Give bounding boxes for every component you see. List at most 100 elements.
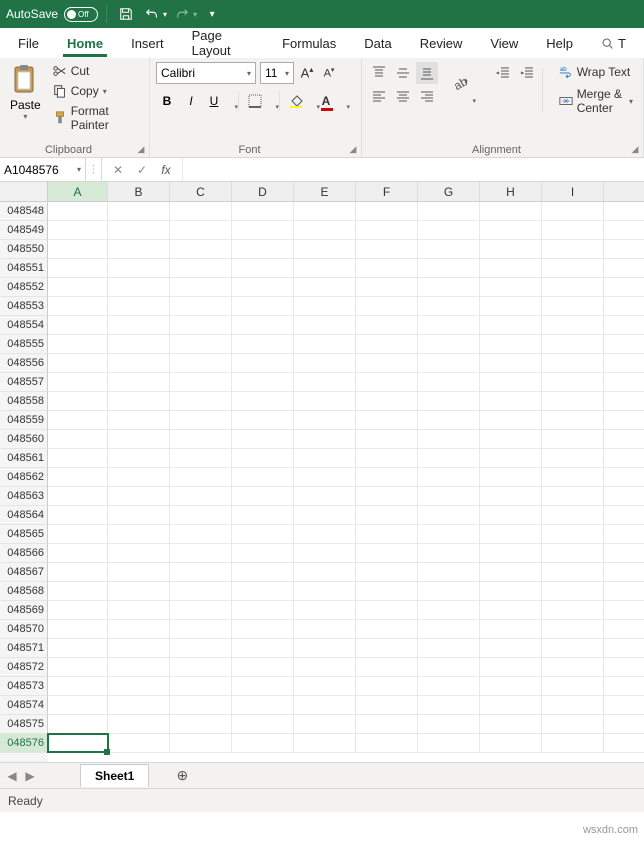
column-header-B[interactable]: B: [108, 182, 170, 201]
cell[interactable]: [48, 297, 108, 315]
italic-button[interactable]: I: [180, 90, 202, 112]
cancel-formula-button[interactable]: ✕: [106, 158, 130, 181]
cell[interactable]: [108, 506, 170, 524]
cell[interactable]: [356, 278, 418, 296]
cell[interactable]: [232, 506, 294, 524]
row-header[interactable]: 048549: [0, 221, 48, 240]
cell[interactable]: [542, 639, 604, 657]
cell[interactable]: [170, 354, 232, 372]
cell[interactable]: [232, 696, 294, 714]
cell[interactable]: [108, 582, 170, 600]
cell[interactable]: [232, 715, 294, 733]
cell[interactable]: [418, 221, 480, 239]
cell[interactable]: [294, 468, 356, 486]
cell[interactable]: [356, 677, 418, 695]
cell[interactable]: [356, 373, 418, 391]
cell[interactable]: [170, 449, 232, 467]
cell[interactable]: [108, 354, 170, 372]
cell[interactable]: [480, 373, 542, 391]
decrease-indent-button[interactable]: [492, 62, 514, 84]
cell[interactable]: [294, 487, 356, 505]
row-header[interactable]: 048560: [0, 430, 48, 449]
cell[interactable]: [356, 411, 418, 429]
formula-input[interactable]: [183, 158, 644, 181]
row-header[interactable]: 048563: [0, 487, 48, 506]
cell[interactable]: [542, 677, 604, 695]
cell[interactable]: [294, 525, 356, 543]
cell[interactable]: [232, 563, 294, 581]
cell[interactable]: [108, 677, 170, 695]
cell[interactable]: [356, 240, 418, 258]
cell[interactable]: [418, 620, 480, 638]
cell[interactable]: [48, 601, 108, 619]
cell[interactable]: [294, 449, 356, 467]
cell[interactable]: [170, 202, 232, 220]
cell[interactable]: [542, 715, 604, 733]
cell[interactable]: [418, 278, 480, 296]
cell[interactable]: [356, 525, 418, 543]
select-all-corner[interactable]: [0, 182, 48, 202]
cell[interactable]: [108, 221, 170, 239]
cell[interactable]: [170, 240, 232, 258]
cell[interactable]: [418, 411, 480, 429]
cell[interactable]: [480, 316, 542, 334]
cell[interactable]: [48, 563, 108, 581]
cell[interactable]: [108, 487, 170, 505]
cell[interactable]: [356, 620, 418, 638]
row-header[interactable]: 048575: [0, 715, 48, 734]
cell[interactable]: [108, 373, 170, 391]
cell[interactable]: [356, 715, 418, 733]
cell[interactable]: [480, 335, 542, 353]
cell[interactable]: [294, 392, 356, 410]
tab-home[interactable]: Home: [53, 30, 117, 57]
cut-button[interactable]: Cut: [49, 62, 143, 80]
cell[interactable]: [170, 639, 232, 657]
insert-function-button[interactable]: fx: [154, 158, 178, 181]
increase-indent-button[interactable]: [516, 62, 538, 84]
cell[interactable]: [542, 430, 604, 448]
cell[interactable]: [418, 525, 480, 543]
cell[interactable]: [48, 620, 108, 638]
row-header[interactable]: 048573: [0, 677, 48, 696]
cell[interactable]: [232, 411, 294, 429]
cell[interactable]: [232, 316, 294, 334]
cell[interactable]: [48, 316, 108, 334]
cell[interactable]: [356, 563, 418, 581]
cell[interactable]: [48, 278, 108, 296]
font-launcher[interactable]: ◢: [347, 143, 359, 155]
cell[interactable]: [480, 468, 542, 486]
cell[interactable]: [108, 696, 170, 714]
column-header-E[interactable]: E: [294, 182, 356, 201]
cell[interactable]: [232, 392, 294, 410]
cell[interactable]: [108, 316, 170, 334]
cell[interactable]: [480, 696, 542, 714]
save-button[interactable]: [115, 3, 137, 25]
cell[interactable]: [480, 430, 542, 448]
cell[interactable]: [48, 487, 108, 505]
cell[interactable]: [418, 544, 480, 562]
cell[interactable]: [48, 677, 108, 695]
format-painter-button[interactable]: Format Painter: [49, 102, 143, 134]
cell[interactable]: [542, 582, 604, 600]
cell[interactable]: [294, 354, 356, 372]
cell[interactable]: [356, 392, 418, 410]
cell[interactable]: [542, 259, 604, 277]
column-header-C[interactable]: C: [170, 182, 232, 201]
cell[interactable]: [356, 468, 418, 486]
cell[interactable]: [294, 715, 356, 733]
cell[interactable]: [170, 715, 232, 733]
cell[interactable]: [418, 335, 480, 353]
cell[interactable]: [108, 392, 170, 410]
cell[interactable]: [232, 639, 294, 657]
cell[interactable]: [356, 601, 418, 619]
align-top-button[interactable]: [368, 62, 390, 84]
tab-formulas[interactable]: Formulas: [268, 30, 350, 57]
cell[interactable]: [48, 240, 108, 258]
cell[interactable]: [480, 506, 542, 524]
cell[interactable]: [294, 430, 356, 448]
cell[interactable]: [170, 677, 232, 695]
row-header[interactable]: 048556: [0, 354, 48, 373]
cell[interactable]: [48, 354, 108, 372]
cell[interactable]: [542, 240, 604, 258]
cell[interactable]: [48, 734, 108, 752]
